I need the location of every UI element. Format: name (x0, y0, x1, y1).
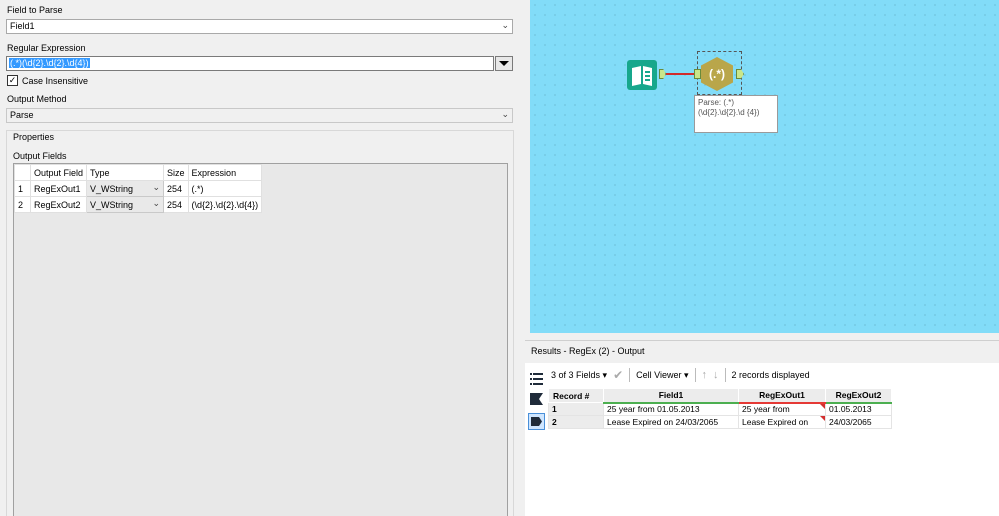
book-icon (632, 66, 652, 86)
output-method-value: Parse (10, 110, 34, 120)
expression-cell: (\d{2}.\d{2}.\d{4}) (187, 196, 263, 213)
grid-row[interactable]: 1 RegExOut1 V_WString ⌄ 254 (.*) (14, 180, 263, 197)
row-number: 1 (14, 180, 31, 197)
type-value: V_WString (90, 199, 134, 210)
record-number: 1 (548, 402, 604, 416)
case-insensitive-checkbox[interactable]: ✓ (7, 75, 18, 86)
regex-value: (.*)(\d{2}.\d{2}.\d{4}) (9, 58, 90, 68)
properties-label: Properties (13, 132, 55, 142)
regex-label: Regular Expression (7, 43, 86, 53)
table-row[interactable]: 1 25 year from 01.05.2013 25 year from 0… (548, 402, 892, 416)
chevron-down-icon: ⌄ (152, 182, 161, 192)
size-cell[interactable]: 254 (163, 180, 189, 197)
output-method-select[interactable]: Parse ⌄ (6, 108, 513, 123)
column-header: Output Field (29, 164, 88, 181)
regex-input[interactable]: (.*)(\d{2}.\d{2}.\d{4}) (6, 56, 494, 71)
column-header[interactable]: RegExOut1 (738, 388, 826, 404)
chevron-down-icon: ⌄ (501, 109, 509, 119)
cell[interactable]: Lease Expired on 24/03/2065 (603, 415, 739, 429)
cell[interactable]: 25 year from (738, 402, 826, 416)
grid-header-row: Output Field Type Size Expression (14, 164, 263, 181)
arrow-up-icon[interactable]: ↑ (702, 369, 708, 381)
output-field-cell[interactable]: RegExOut2 (29, 196, 88, 213)
input-anchor[interactable] (694, 69, 701, 79)
type-value: V_WString (90, 183, 134, 194)
regex-icon: (.*) (709, 67, 725, 81)
row-number: 2 (14, 196, 31, 213)
data-icon[interactable] (528, 413, 545, 430)
field-to-parse-value: Field1 (10, 21, 35, 31)
viewer-dropdown[interactable]: Cell Viewer ▾ (636, 370, 688, 381)
regex-dropdown-button[interactable] (495, 56, 513, 71)
triangle-down-icon (499, 61, 509, 66)
chevron-down-icon: ⌄ (501, 20, 509, 30)
configuration-panel: Field to Parse Field1 ⌄ Regular Expressi… (0, 0, 522, 516)
cell[interactable]: 25 year from 01.05.2013 (603, 402, 739, 416)
output-field-cell[interactable]: RegExOut1 (29, 180, 88, 197)
size-cell[interactable]: 254 (163, 196, 189, 213)
cell[interactable]: 24/03/2065 (825, 415, 892, 429)
output-fields-table: Output Field Type Size Expression 1 RegE… (14, 164, 263, 213)
column-header[interactable]: Record # (548, 388, 604, 403)
triangle-down-icon: ▾ (684, 369, 689, 380)
checkmark-icon[interactable]: ✔ (613, 368, 623, 382)
triangle-down-icon: ▾ (602, 369, 608, 380)
column-header[interactable]: Field1 (603, 388, 739, 404)
column-header: Size (163, 164, 189, 181)
chevron-down-icon: ⌄ (152, 198, 161, 208)
records-count: 2 records displayed (731, 370, 810, 380)
output-fields-label: Output Fields (13, 151, 67, 161)
tool-annotation: Parse: (.*)(\d{2}.\d{2}.\d {4}) (694, 95, 778, 133)
connection-line[interactable] (666, 73, 695, 75)
column-header: Expression (187, 164, 263, 181)
type-select[interactable]: V_WString ⌄ (86, 180, 165, 197)
results-header: Results - RegEx (2) - Output (525, 341, 999, 363)
field-to-parse-select[interactable]: Field1 ⌄ (6, 19, 513, 34)
column-header: Type (86, 164, 165, 181)
flag-icon[interactable] (530, 393, 543, 405)
cell[interactable]: Lease Expired on (738, 415, 826, 429)
output-fields-grid: Output Field Type Size Expression 1 RegE… (13, 163, 508, 516)
results-title: Results - RegEx (2) - Output (531, 346, 645, 356)
results-toolbar: 3 of 3 Fields ▾ ✔ Cell Viewer ▾ ↑ ↓ 2 re… (548, 364, 810, 386)
grid-row[interactable]: 2 RegExOut2 V_WString ⌄ 254 (\d{2}.\d{2}.… (14, 196, 263, 213)
table-row[interactable]: 2 Lease Expired on 24/03/2065 Lease Expi… (548, 415, 892, 429)
arrow-down-icon[interactable]: ↓ (713, 369, 719, 381)
expression-cell: (.*) (187, 180, 263, 197)
input-data-tool[interactable] (627, 60, 657, 90)
record-number: 2 (548, 415, 604, 429)
cell[interactable]: 01.05.2013 (825, 402, 892, 416)
workflow-canvas[interactable] (530, 0, 999, 333)
fields-dropdown[interactable]: 3 of 3 Fields ▾ (551, 370, 607, 381)
list-icon[interactable] (530, 373, 543, 385)
type-select[interactable]: V_WString ⌄ (86, 196, 165, 213)
column-header[interactable]: RegExOut2 (825, 388, 892, 404)
results-header-row: Record # Field1 RegExOut1 RegExOut2 (548, 388, 892, 404)
results-panel: Results - RegEx (2) - Output 3 of 3 Fiel… (525, 340, 999, 516)
results-sidebar (525, 365, 547, 516)
case-insensitive-row[interactable]: ✓ Case Insensitive (7, 75, 88, 86)
case-insensitive-label: Case Insensitive (22, 75, 89, 86)
field-to-parse-label: Field to Parse (7, 5, 63, 15)
output-method-label: Output Method (7, 94, 67, 104)
results-table: Record # Field1 RegExOut1 RegExOut2 1 25… (548, 388, 892, 429)
